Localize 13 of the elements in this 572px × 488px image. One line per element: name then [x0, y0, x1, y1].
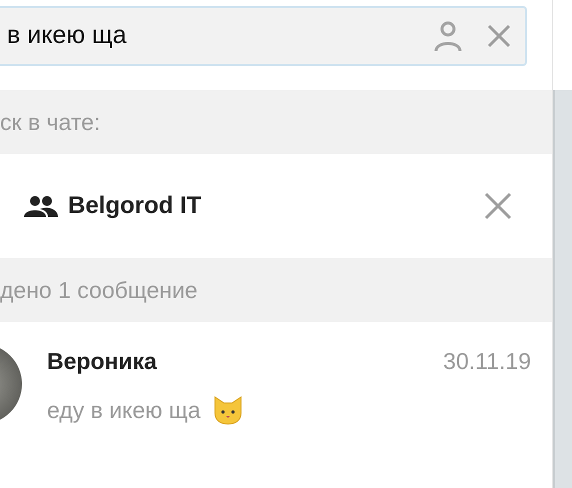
person-icon[interactable] — [433, 20, 463, 52]
cat-face-icon — [212, 394, 243, 425]
chat-name: Belgorod IT — [68, 191, 202, 221]
close-icon[interactable] — [484, 192, 512, 220]
search-input[interactable]: в икею ща — [7, 17, 433, 55]
section-header: ск в чате: — [0, 90, 552, 154]
message-text: еду в икею ща — [47, 396, 201, 425]
sender-name: Вероника — [47, 347, 157, 376]
close-icon[interactable] — [487, 24, 511, 48]
search-field[interactable]: в икею ща — [0, 6, 527, 66]
message-date: 30.11.19 — [443, 347, 531, 376]
group-icon — [24, 195, 58, 217]
section-header: дено 1 сообщение — [0, 258, 552, 322]
